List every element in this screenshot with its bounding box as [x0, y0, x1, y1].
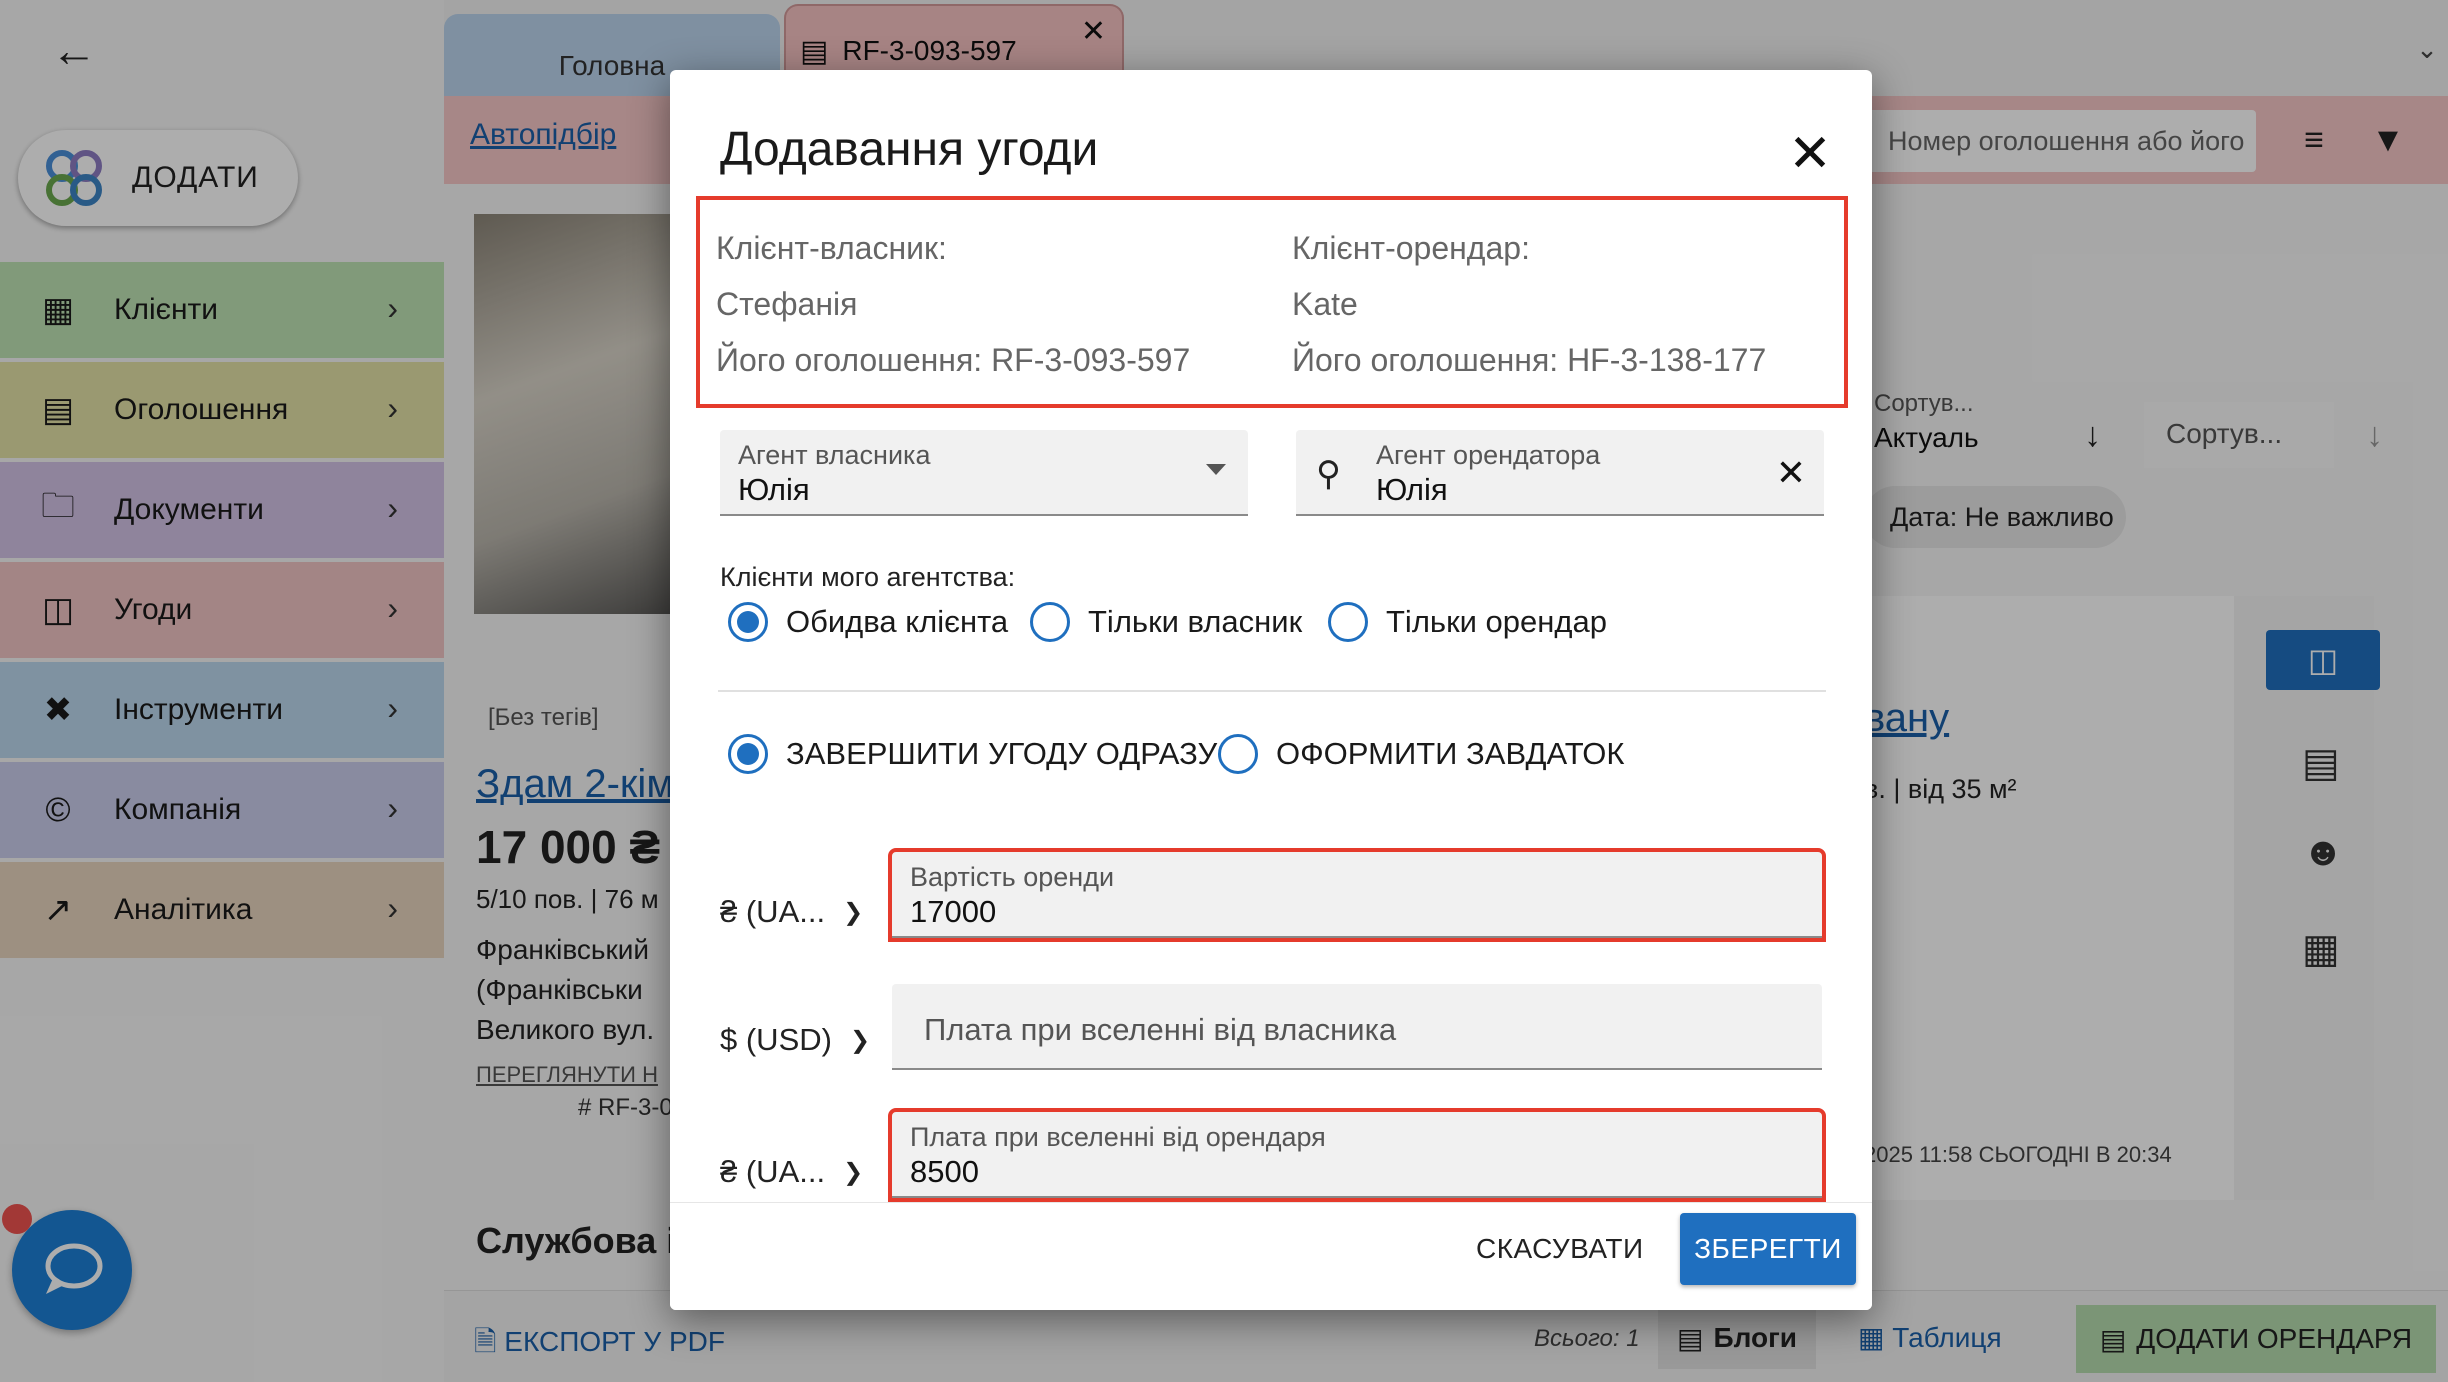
chevron-down-icon: ❯: [843, 898, 864, 926]
tenant-fee-field[interactable]: Плата при вселенні від орендаря 8500: [888, 1108, 1826, 1202]
rent-price-label: Вартість оренди: [910, 862, 1115, 892]
divider: [718, 690, 1826, 692]
radio-checked-icon: [728, 602, 768, 642]
radio-both-clients[interactable]: Обидва клієнта: [728, 602, 1008, 642]
currency-value: $ (USD): [720, 1022, 832, 1057]
cancel-button[interactable]: СКАСУВАТИ: [1476, 1233, 1644, 1265]
radio-label: ОФОРМИТИ ЗАВДАТОК: [1276, 736, 1625, 771]
chevron-down-icon: ❯: [843, 1158, 864, 1186]
radio-checked-icon: [728, 734, 768, 774]
tenant-agent-autocomplete[interactable]: ⚲ Агент орендатора Юлія ✕: [1296, 430, 1824, 516]
owner-agent-select[interactable]: Агент власника Юлія: [720, 430, 1248, 516]
currency-select-tenant-fee[interactable]: ₴ (UA... ❯: [720, 1154, 863, 1190]
radio-owner-only[interactable]: Тільки власник: [1030, 602, 1302, 642]
rent-price-field[interactable]: Вартість оренди 17000: [888, 848, 1826, 942]
add-deal-dialog: Додавання угоди ✕ Клієнт-власник: Стефан…: [670, 70, 1872, 1310]
currency-value: ₴ (UA...: [720, 1154, 826, 1189]
radio-unchecked-icon: [1030, 602, 1070, 642]
search-icon: ⚲: [1316, 455, 1341, 493]
dropdown-caret-icon: [1206, 464, 1226, 475]
owner-agent-value: Юлія: [738, 472, 810, 507]
radio-unchecked-icon: [1218, 734, 1258, 774]
radio-unchecked-icon: [1328, 602, 1368, 642]
tenant-listing: Його оголошення: HF-3-138-177: [1292, 342, 1767, 378]
tenant-agent-label: Агент орендатора: [1376, 440, 1601, 470]
radio-deposit[interactable]: ОФОРМИТИ ЗАВДАТОК: [1218, 734, 1624, 774]
tenant-fee-label: Плата при вселенні від орендаря: [910, 1122, 1326, 1152]
radio-label: Тільки власник: [1088, 604, 1303, 639]
tenant-client-label: Клієнт-орендар:: [1292, 230, 1530, 266]
owner-client-info: Клієнт-власник: Стефанія Його оголошення…: [716, 220, 1190, 388]
radio-label: ЗАВЕРШИТИ УГОДУ ОДРАЗУ: [786, 736, 1218, 771]
owner-agent-label: Агент власника: [738, 440, 931, 470]
tenant-client-name: Kate: [1292, 286, 1358, 322]
save-button[interactable]: ЗБЕРЕГТИ: [1680, 1213, 1856, 1285]
owner-fee-placeholder: Плата при вселенні від власника: [924, 1012, 1397, 1047]
owner-listing: Його оголошення: RF-3-093-597: [716, 342, 1191, 378]
tenant-client-info: Клієнт-орендар: Kate Його оголошення: HF…: [1292, 220, 1766, 388]
close-icon[interactable]: ✕: [1778, 122, 1842, 186]
currency-value: ₴ (UA...: [720, 894, 826, 929]
tenant-fee-value: 8500: [910, 1154, 979, 1189]
chevron-down-icon: ❯: [849, 1026, 871, 1054]
radio-tenant-only[interactable]: Тільки орендар: [1328, 602, 1607, 642]
rent-price-value: 17000: [910, 894, 997, 929]
owner-client-name: Стефанія: [716, 286, 858, 322]
radio-complete-deal[interactable]: ЗАВЕРШИТИ УГОДУ ОДРАЗУ: [728, 734, 1217, 774]
dialog-title: Додавання угоди: [720, 123, 1099, 176]
radio-label: Тільки орендар: [1386, 604, 1607, 639]
currency-select-owner-fee[interactable]: $ (USD) ❯: [720, 1022, 870, 1058]
clients-info-box: Клієнт-власник: Стефанія Його оголошення…: [696, 196, 1848, 408]
radio-label: Обидва клієнта: [786, 604, 1009, 639]
currency-select-rent[interactable]: ₴ (UA... ❯: [720, 894, 863, 930]
owner-fee-field[interactable]: Плата при вселенні від власника: [892, 984, 1822, 1070]
tenant-agent-value: Юлія: [1376, 472, 1448, 507]
clear-icon[interactable]: ✕: [1776, 452, 1806, 494]
owner-client-label: Клієнт-власник:: [716, 230, 947, 266]
dialog-footer: СКАСУВАТИ ЗБЕРЕГТИ: [670, 1202, 1872, 1310]
my-agency-label: Клієнти мого агентства:: [720, 562, 1016, 592]
